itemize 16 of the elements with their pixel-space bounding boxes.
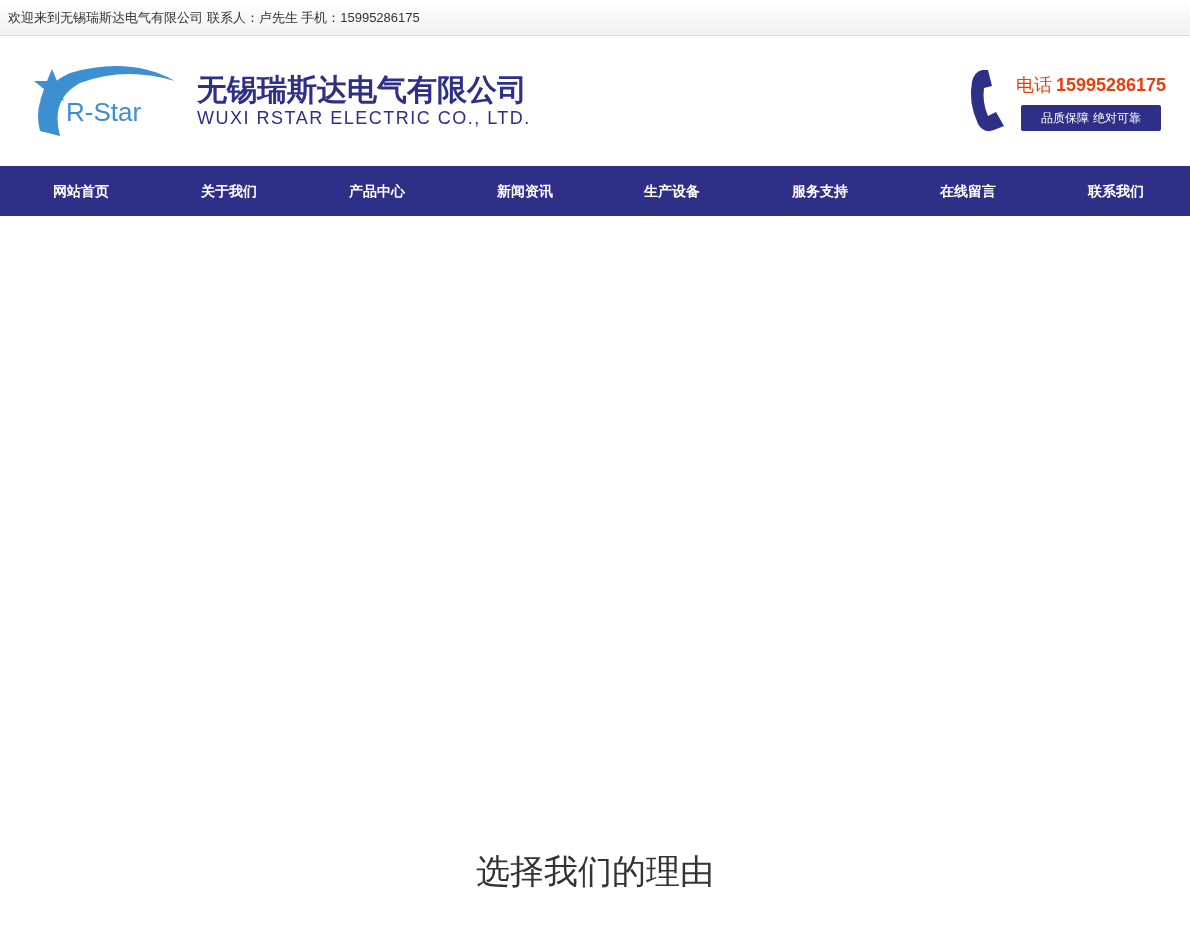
section-title: 选择我们的理由 xyxy=(476,851,714,892)
nav-link[interactable]: 产品中心 xyxy=(302,180,451,202)
logo-text: R-Star xyxy=(66,99,142,125)
phone-label: 电话 xyxy=(1015,73,1052,97)
nav-link[interactable]: 网站首页 xyxy=(7,180,155,202)
slogan-banner: 品质保障 绝对可靠 xyxy=(1020,104,1161,131)
nav-link[interactable]: 联系我们 xyxy=(1042,180,1190,202)
nav-link[interactable]: 关于我们 xyxy=(154,180,303,202)
company-name-en: WUXI RSTAR ELECTRIC CO., LTD. xyxy=(197,109,531,127)
nav-link[interactable]: 服务支持 xyxy=(746,180,895,202)
nav-link[interactable]: 在线留言 xyxy=(894,180,1043,202)
nav-link[interactable]: 新闻资讯 xyxy=(450,180,599,202)
welcome-text: 欢迎来到无锡瑞斯达电气有限公司 联系人：卢先生 手机：15995286175 xyxy=(8,8,420,27)
company-name: 无锡瑞斯达电气有限公司 xyxy=(197,75,528,105)
nav-link[interactable]: 生产设备 xyxy=(598,180,747,202)
phone-number: 15995286175 xyxy=(1055,73,1166,97)
